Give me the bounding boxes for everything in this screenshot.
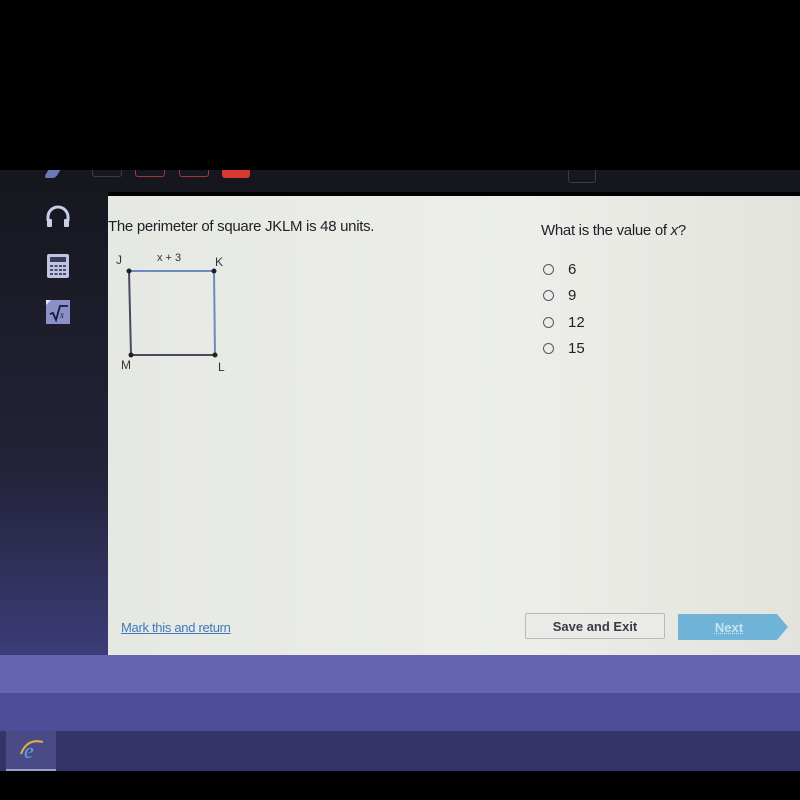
next-button[interactable]: Next: [678, 614, 788, 640]
prompt-suffix: ?: [677, 222, 686, 239]
internet-explorer-icon: e: [20, 738, 44, 763]
radio-button[interactable]: [543, 290, 554, 302]
headphones-icon[interactable]: [44, 203, 72, 231]
answer-option[interactable]: 9: [543, 283, 585, 310]
question-prompt: What is the value of x?: [541, 222, 686, 239]
taskbar-browser-button[interactable]: e: [6, 731, 56, 771]
toolbar-button[interactable]: [135, 170, 165, 177]
option-label: 12: [568, 313, 585, 331]
formula-icon[interactable]: x: [44, 298, 72, 326]
option-label: 6: [568, 260, 577, 278]
vertex-l-label: L: [218, 360, 225, 374]
vertex-j-point: [126, 268, 132, 274]
toolbar-button[interactable]: [92, 170, 122, 177]
square-diagram: [126, 268, 218, 358]
side-length-label: x + 3: [157, 252, 182, 264]
calculator-icon[interactable]: [44, 252, 72, 280]
vertex-m-point: [128, 352, 134, 358]
vertex-j-label: J: [116, 253, 122, 267]
next-label: Next: [714, 619, 744, 635]
option-label: 15: [568, 340, 585, 358]
toolbar-red-button[interactable]: [222, 170, 250, 178]
answer-option[interactable]: 15: [543, 336, 585, 363]
answer-options: 6 9 12 15: [543, 256, 585, 362]
answer-option[interactable]: 12: [543, 309, 585, 336]
toolbar-button[interactable]: [568, 170, 596, 183]
background-band: [0, 693, 800, 731]
toolbar-button[interactable]: [179, 170, 209, 177]
mark-and-return-link[interactable]: Mark this and return: [121, 620, 231, 635]
square-figure: J K L M x + 3: [110, 250, 250, 380]
vertex-k-label: K: [215, 255, 224, 269]
radio-button[interactable]: [543, 343, 554, 355]
prompt-variable: x: [670, 222, 679, 239]
answer-option[interactable]: 6: [543, 256, 585, 283]
radio-button[interactable]: [543, 316, 554, 328]
question-stem: The perimeter of square JKLM is 48 units…: [108, 218, 375, 235]
side-mj: [128, 270, 132, 356]
background-band: [0, 655, 800, 695]
vertex-k-point: [211, 268, 217, 274]
vertex-l-point: [212, 352, 218, 358]
prompt-text: What is the value of: [541, 222, 671, 239]
radio-button[interactable]: [543, 263, 554, 275]
taskbar: [0, 731, 800, 771]
side-kl: [213, 270, 216, 356]
vertex-m-label: M: [121, 358, 131, 372]
save-and-exit-button[interactable]: Save and Exit: [525, 613, 665, 639]
option-label: 9: [568, 287, 577, 305]
svg-text:x: x: [59, 310, 64, 320]
